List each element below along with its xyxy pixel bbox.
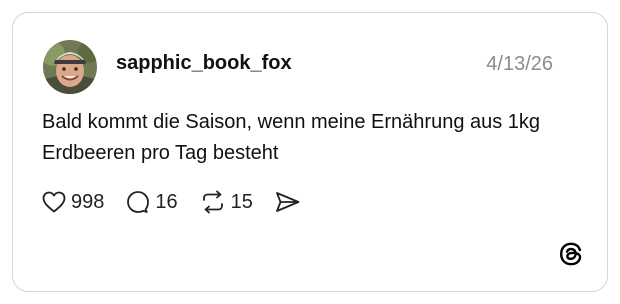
- heart-icon: [42, 191, 66, 213]
- repost-arrows-icon: [202, 190, 223, 214]
- repost-count: 15: [230, 190, 253, 213]
- avatar[interactable]: [43, 40, 97, 94]
- action-bar: 998 16 15: [42, 189, 323, 215]
- username[interactable]: sapphic_book_fox: [116, 52, 292, 75]
- like-button[interactable]: 998: [42, 191, 104, 214]
- reply-button[interactable]: 16: [126, 190, 178, 214]
- threads-logo-icon[interactable]: [558, 241, 584, 267]
- post-text: Bald kommt die Saison, wenn meine Ernähr…: [42, 111, 541, 164]
- post-card: sapphic_book_fox 4/13/26 Bald kommt die …: [12, 12, 608, 292]
- reply-count: 16: [155, 190, 178, 213]
- post-date[interactable]: 4/13/26: [486, 53, 553, 76]
- share-button[interactable]: [275, 191, 301, 213]
- send-icon: [275, 192, 300, 212]
- speech-bubble-icon: [127, 191, 150, 213]
- repost-button[interactable]: 15: [200, 190, 253, 214]
- like-count: 998: [71, 190, 105, 213]
